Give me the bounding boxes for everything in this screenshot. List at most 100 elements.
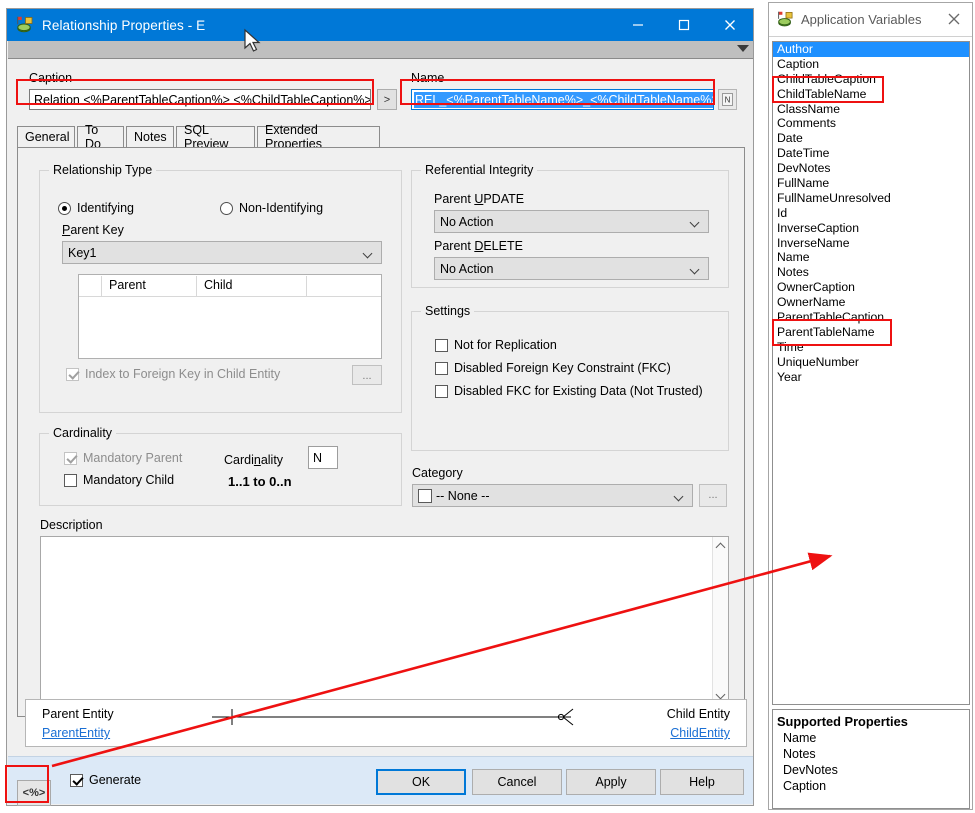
insert-variable-button[interactable]: <%> [17, 780, 51, 806]
application-variable-item[interactable]: Id [773, 206, 969, 221]
application-variable-item[interactable]: FullNameUnresolved [773, 191, 969, 206]
application-variable-item[interactable]: Notes [773, 265, 969, 280]
parent-delete-combo[interactable]: No Action [434, 257, 709, 280]
parent-delete-label: Parent DELETE [434, 239, 523, 253]
mandatory-child-checkbox[interactable]: Mandatory Child [64, 473, 174, 487]
application-variable-item[interactable]: Author [773, 42, 969, 57]
generate-checkbox-box [70, 773, 83, 787]
application-variable-item[interactable]: DateTime [773, 146, 969, 161]
application-variable-item[interactable]: ClassName [773, 102, 969, 117]
chevron-down-icon[interactable] [737, 45, 749, 52]
mandatory-parent-checkbox-box [64, 451, 77, 465]
application-variable-item[interactable]: InverseName [773, 236, 969, 251]
supported-property-item: Name [783, 731, 817, 745]
application-variable-item[interactable]: FullName [773, 176, 969, 191]
parent-delete-value: No Action [440, 261, 494, 276]
parent-entity-link[interactable]: ParentEntity [42, 726, 110, 740]
radio-non-identifying-label: Non-Identifying [239, 201, 324, 215]
application-variable-item[interactable]: ParentTableName [773, 325, 969, 340]
radio-non-identifying[interactable]: Non-Identifying [220, 201, 323, 215]
disabled-fkc-checkbox[interactable]: Disabled Foreign Key Constraint (FKC) [435, 361, 671, 375]
settings-group: Settings Not for Replication Disabled Fo… [411, 304, 729, 451]
ok-button[interactable]: OK [376, 769, 466, 795]
supported-property-item: DevNotes [783, 763, 838, 777]
tab-extended-properties[interactable]: Extended Properties [257, 123, 380, 151]
application-variable-item[interactable]: ParentTableCaption [773, 310, 969, 325]
minimize-button[interactable] [615, 9, 661, 41]
disabled-fkc-existing-checkbox-box [435, 384, 448, 398]
application-variable-item[interactable]: InverseCaption [773, 221, 969, 236]
name-input[interactable]: REL_<%ParentTableName%>_<%ChildTableName… [411, 89, 714, 110]
caption-input[interactable]: Relation <%ParentTableCaption%> <%ChildT… [29, 89, 371, 110]
application-variable-item[interactable]: Time [773, 340, 969, 355]
child-entity-link[interactable]: ChildEntity [670, 726, 730, 740]
dialog-toolbar-strip[interactable] [8, 41, 753, 59]
parent-child-grid[interactable]: Parent Child [78, 274, 382, 359]
tab-sql-preview[interactable]: SQL Preview [176, 123, 255, 151]
relationship-type-group: Relationship Type Identifying Non-Identi… [39, 163, 402, 413]
index-fk-label: Index to Foreign Key in Child Entity [85, 367, 281, 381]
parent-update-combo[interactable]: No Action [434, 210, 709, 233]
application-variables-panel: Application Variables Author Caption Child… [768, 2, 973, 810]
cardinality-label-b: ality [260, 453, 284, 467]
application-variable-item[interactable]: ChildTableCaption [773, 72, 969, 87]
application-variable-item[interactable]: Name [773, 250, 969, 265]
tab-notes[interactable]: Notes [126, 126, 174, 147]
maximize-button[interactable] [661, 9, 707, 41]
index-fk-checkbox[interactable]: Index to Foreign Key in Child Entity [66, 367, 280, 381]
application-variable-item[interactable]: ChildTableName [773, 87, 969, 102]
application-variable-item[interactable]: OwnerName [773, 295, 969, 310]
description-label: Description [40, 518, 103, 532]
mandatory-parent-checkbox[interactable]: Mandatory Parent [64, 451, 182, 465]
description-scrollbar[interactable] [712, 537, 728, 704]
index-fk-browse-button[interactable]: ... [352, 365, 382, 385]
parent-key-combo[interactable]: Key1 [62, 241, 382, 264]
apply-button[interactable]: Apply [566, 769, 656, 795]
grid-header: Parent Child [79, 275, 381, 297]
close-button[interactable] [707, 9, 753, 41]
grid-column-parent: Parent [109, 278, 146, 292]
supported-property-item: Notes [783, 747, 816, 761]
application-variable-item[interactable]: UniqueNumber [773, 355, 969, 370]
chevron-down-icon [691, 219, 700, 225]
not-for-replication-checkbox-box [435, 338, 448, 352]
cardinality-input[interactable]: N [308, 446, 338, 469]
name-expand-button[interactable]: N [718, 89, 737, 110]
relationship-line-diagram [212, 708, 574, 726]
application-variable-item[interactable]: DevNotes [773, 161, 969, 176]
scroll-up-icon[interactable] [717, 543, 725, 551]
help-button[interactable]: Help [660, 769, 744, 795]
application-variables-header: Application Variables [769, 3, 972, 37]
category-browse-button[interactable]: ... [699, 484, 727, 507]
application-variables-title: Application Variables [801, 12, 922, 27]
application-variable-item[interactable]: OwnerCaption [773, 280, 969, 295]
cancel-button[interactable]: Cancel [472, 769, 562, 795]
scroll-down-icon[interactable] [717, 690, 725, 698]
tab-general[interactable]: General [17, 126, 75, 147]
category-combo[interactable]: -- None -- [412, 484, 693, 507]
caption-expand-button[interactable]: > [377, 89, 397, 110]
application-variables-list[interactable]: Author Caption ChildTableCaption ChildTable… [772, 41, 970, 705]
parent-entity-label: Parent Entity [42, 707, 114, 721]
mandatory-child-checkbox-box [64, 473, 77, 487]
disabled-fkc-label: Disabled Foreign Key Constraint (FKC) [454, 361, 671, 375]
application-variable-item[interactable]: Year [773, 370, 969, 385]
disabled-fkc-existing-label: Disabled FKC for Existing Data (Not Trus… [454, 384, 703, 398]
generate-checkbox[interactable]: Generate [70, 773, 141, 787]
chevron-down-icon [675, 493, 684, 499]
close-icon[interactable] [947, 12, 962, 27]
relationship-icon [16, 16, 34, 34]
application-variable-item[interactable]: Date [773, 131, 969, 146]
relationship-icon [777, 11, 794, 28]
tab-to-do[interactable]: To Do [77, 123, 124, 151]
cardinality-group-title: Cardinality [49, 426, 117, 440]
application-variable-item[interactable]: Comments [773, 116, 969, 131]
description-textarea[interactable] [40, 536, 729, 705]
application-variable-item[interactable]: Caption [773, 57, 969, 72]
relationship-properties-dialog: Relationship Properties - E Caption Rela… [6, 8, 754, 806]
radio-identifying[interactable]: Identifying [58, 201, 134, 215]
grid-separator [196, 276, 197, 296]
not-for-replication-checkbox[interactable]: Not for Replication [435, 338, 557, 352]
disabled-fkc-existing-checkbox[interactable]: Disabled FKC for Existing Data (Not Trus… [435, 384, 703, 398]
parent-update-value: No Action [440, 214, 494, 229]
